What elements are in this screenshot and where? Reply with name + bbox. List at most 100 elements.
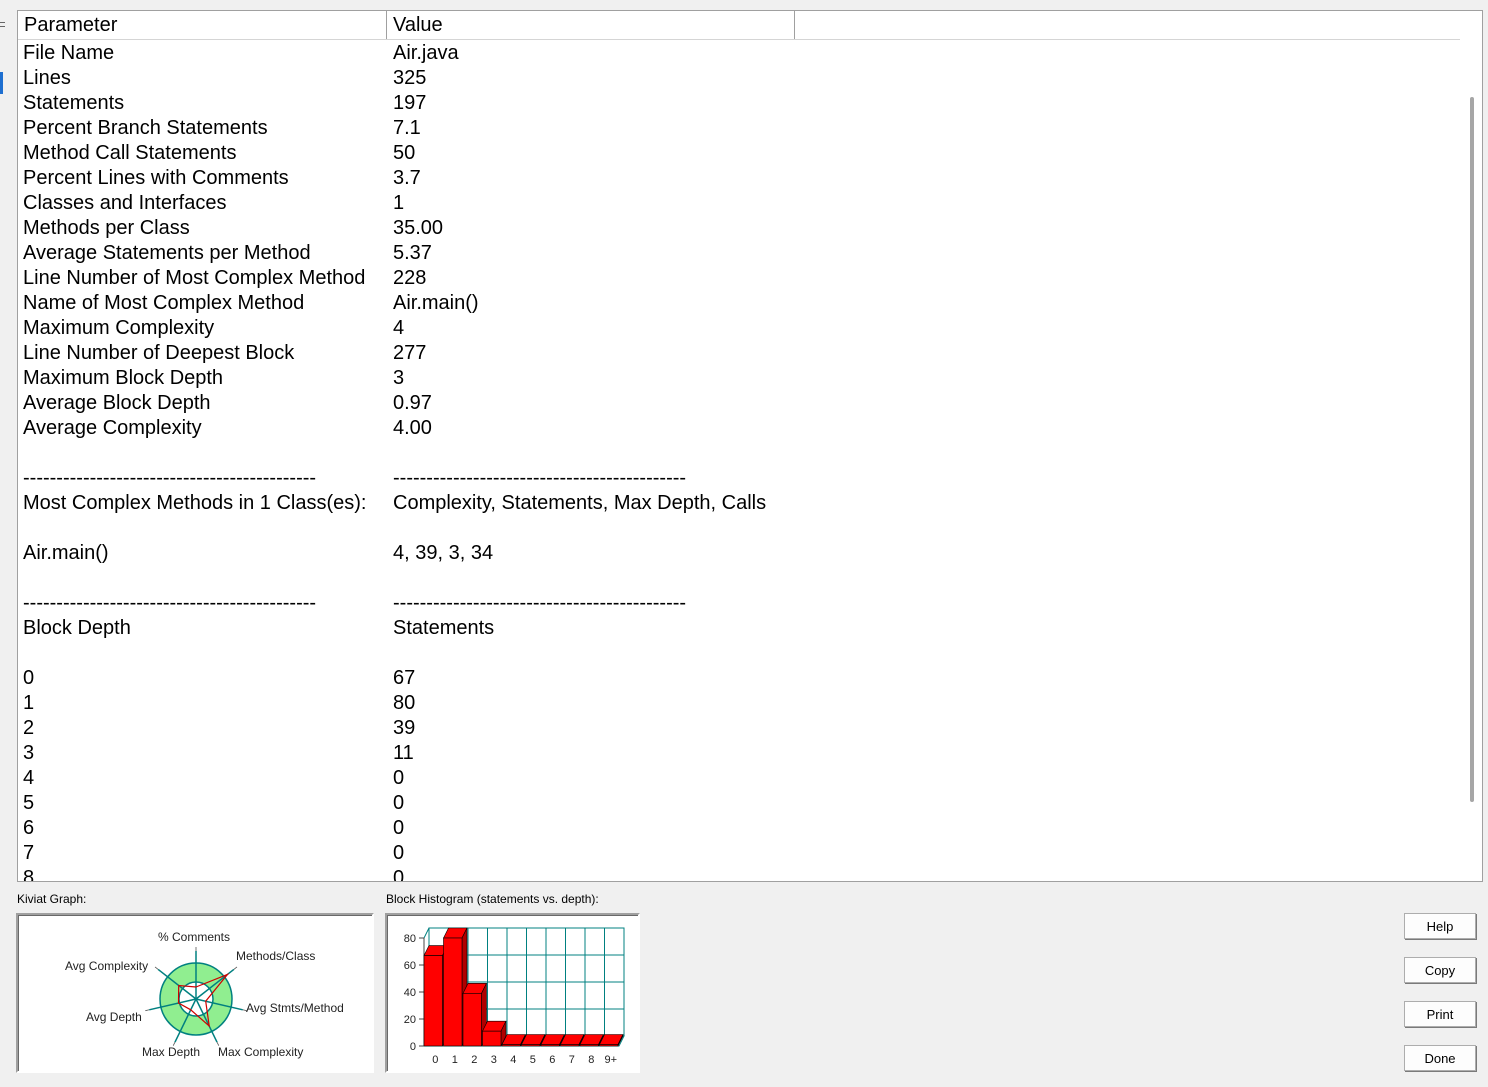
histogram-y-tick-label: 80 <box>404 933 416 945</box>
vertical-scrollbar[interactable] <box>1460 39 1482 881</box>
parameter-cell: Most Complex Methods in 1 Class(es): <box>23 492 367 514</box>
value-cell: 7.1 <box>393 117 421 139</box>
table-row[interactable]: 0 67 <box>18 666 1460 691</box>
table-row[interactable] <box>18 516 1460 541</box>
table-row[interactable]: Average Complexity 4.00 <box>18 416 1460 441</box>
edge-mark <box>0 26 5 27</box>
histogram-bar <box>423 955 443 1047</box>
value-cell: 35.00 <box>393 217 444 239</box>
table-row[interactable]: Classes and Interfaces 1 <box>18 191 1460 216</box>
histogram-x-tick-label: 1 <box>452 1054 458 1066</box>
copy-button[interactable]: Copy <box>1404 957 1476 983</box>
histogram-bar <box>579 1044 599 1047</box>
table-row[interactable]: Air.main() 4, 39, 3, 34 <box>18 541 1460 566</box>
parameter-cell: Air.main() <box>23 542 109 564</box>
histogram-x-tick-label: 5 <box>530 1054 536 1066</box>
parameter-cell: Line Number of Most Complex Method <box>23 267 366 289</box>
value-cell: Air.java <box>393 42 459 64</box>
table-row[interactable]: Block Depth Statements <box>18 616 1460 641</box>
value-cell: 1 <box>393 192 405 214</box>
parameter-cell: File Name <box>23 42 115 64</box>
done-button[interactable]: Done <box>1404 1045 1476 1071</box>
value-cell: 3.7 <box>393 167 421 189</box>
table-row[interactable]: Percent Lines with Comments 3.7 <box>18 166 1460 191</box>
parameter-cell: 6 <box>23 817 35 839</box>
kiviat-graph-canvas: % Comments Methods/Class Avg Stmts/Method M… <box>65 930 344 1059</box>
value-cell: 80 <box>393 692 416 714</box>
table-row[interactable]: 70 <box>18 841 1460 866</box>
block-histogram: 0 20 40 60 80 0 1 2 3 4 5 6 7 8 9+ <box>385 913 640 1073</box>
parameter-cell: Percent Branch Statements <box>23 117 268 139</box>
table-row[interactable]: Maximum Complexity 4 <box>18 316 1460 341</box>
histogram-x-tick-label: 9+ <box>604 1054 617 1066</box>
table-row[interactable]: Most Complex Methods in 1 Class(es): Comp… <box>18 491 1460 516</box>
parameter-cell: 0 <box>23 667 35 689</box>
table-row[interactable]: Maximum Block Depth 3 <box>18 366 1460 391</box>
value-cell: Statements <box>393 617 495 639</box>
parameter-cell: 8 <box>23 867 35 881</box>
kiviat-graph: % Comments Methods/Class Avg Stmts/Method M… <box>16 913 374 1073</box>
print-button[interactable]: Print <box>1404 1001 1476 1027</box>
table-row[interactable]: 2 39 <box>18 716 1460 741</box>
table-row[interactable]: ----------------------------------------… <box>18 591 1460 616</box>
table-row[interactable]: Methods per Class 35.00 <box>18 216 1460 241</box>
help-button[interactable]: Help <box>1404 913 1476 939</box>
column-header-value[interactable]: Value <box>387 11 795 39</box>
value-cell: 50 <box>393 142 416 164</box>
parameter-cell: Average Block Depth <box>23 392 211 414</box>
table-row[interactable]: Lines 325 <box>18 66 1460 91</box>
table-row[interactable]: Average Statements per Method 5.37 <box>18 241 1460 266</box>
table-row[interactable] <box>18 641 1460 666</box>
value-cell: 67 <box>393 667 416 689</box>
histogram-y-tick-label: 0 <box>410 1041 416 1053</box>
table-row[interactable]: 50 <box>18 791 1460 816</box>
parameter-cell: Average Statements per Method <box>23 242 311 264</box>
value-cell: 4, 39, 3, 34 <box>393 542 494 564</box>
list-rows: File Name Air.java Lines 325 Statements 197 Pe… <box>18 41 1460 881</box>
table-row[interactable]: Line Number of Most Complex Method 228 <box>18 266 1460 291</box>
table-row[interactable]: 80 <box>18 866 1460 881</box>
table-row[interactable]: Name of Most Complex Method Air.main() <box>18 291 1460 316</box>
table-row[interactable]: Percent Branch Statements 7.1 <box>18 116 1460 141</box>
value-cell: ----------------------------------------… <box>393 592 687 614</box>
column-header-parameter[interactable]: Parameter <box>18 11 387 39</box>
block-histogram-label: Block Histogram (statements vs. depth): <box>386 892 599 906</box>
table-row[interactable]: 3 11 <box>18 741 1460 766</box>
scrollbar-thumb[interactable] <box>1470 97 1474 802</box>
parameter-cell: 2 <box>23 717 35 739</box>
metrics-list-view[interactable]: Parameter Value File Name Air.java Lines 32… <box>17 10 1483 882</box>
kiviat-axis-label: Methods/Class <box>236 949 315 963</box>
histogram-bar <box>501 1044 521 1047</box>
table-row[interactable]: Statements 197 <box>18 91 1460 116</box>
table-row[interactable]: 1 80 <box>18 691 1460 716</box>
window-edge <box>0 0 9 1087</box>
value-cell: 197 <box>393 92 427 114</box>
parameter-cell: Block Depth <box>23 617 131 639</box>
table-row[interactable]: Method Call Statements 50 <box>18 141 1460 166</box>
kiviat-axis-label: Max Depth <box>142 1045 200 1059</box>
value-cell: 5.37 <box>393 242 432 264</box>
kiviat-axis-label: Avg Stmts/Method <box>246 1001 344 1015</box>
value-cell: 0 <box>393 842 405 864</box>
parameter-cell: Methods per Class <box>23 217 190 239</box>
value-cell: 3 <box>393 367 405 389</box>
block-histogram-canvas: 0 20 40 60 80 0 1 2 3 4 5 6 7 8 9+ <box>404 927 625 1066</box>
kiviat-axis-label: % Comments <box>158 930 230 944</box>
parameter-cell: Method Call Statements <box>23 142 237 164</box>
table-row[interactable]: 60 <box>18 816 1460 841</box>
value-cell: Air.main() <box>393 292 479 314</box>
table-row[interactable] <box>18 441 1460 466</box>
histogram-bar <box>521 1044 541 1047</box>
table-row[interactable]: Average Block Depth 0.97 <box>18 391 1460 416</box>
kiviat-axis-label: Avg Depth <box>86 1010 142 1024</box>
table-row[interactable]: ----------------------------------------… <box>18 466 1460 491</box>
parameter-cell: ----------------------------------------… <box>23 592 317 614</box>
parameter-cell: Lines <box>23 67 71 89</box>
histogram-bar <box>599 1044 619 1047</box>
table-row[interactable]: File Name Air.java <box>18 41 1460 66</box>
table-row[interactable] <box>18 566 1460 591</box>
histogram-bar <box>560 1044 580 1047</box>
parameter-cell: Statements <box>23 92 125 114</box>
table-row[interactable]: 40 <box>18 766 1460 791</box>
table-row[interactable]: Line Number of Deepest Block 277 <box>18 341 1460 366</box>
